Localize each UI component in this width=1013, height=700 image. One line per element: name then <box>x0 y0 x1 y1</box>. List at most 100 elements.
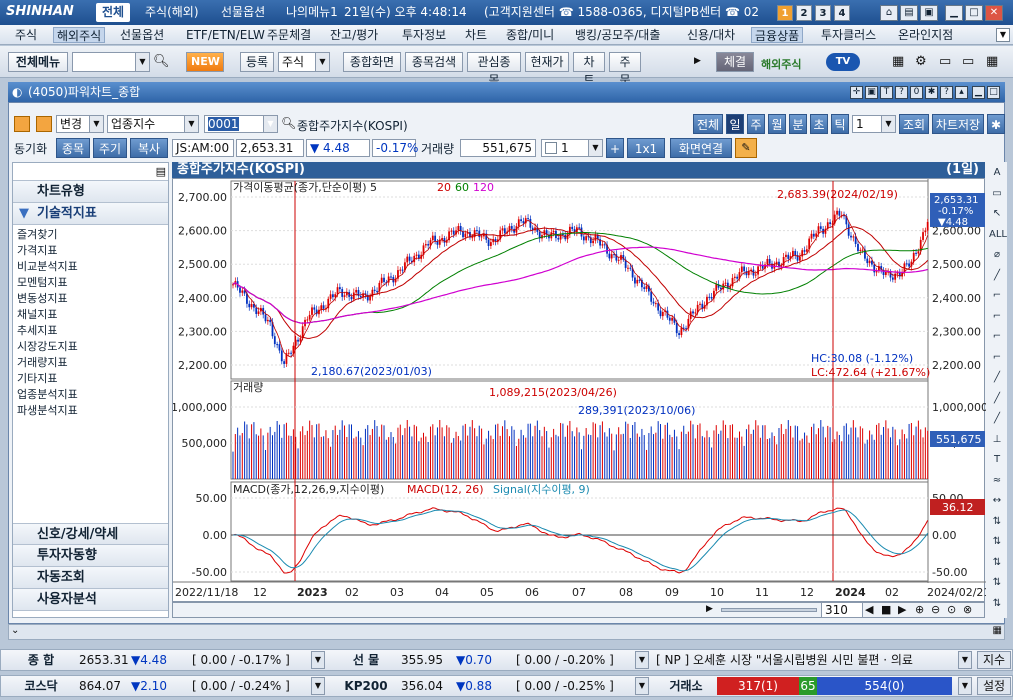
screen-search-input[interactable]: ▼ <box>72 52 150 72</box>
period-day-button[interactable]: 일 <box>726 114 744 134</box>
new-button[interactable]: NEW <box>186 52 224 72</box>
save-chart-button[interactable]: 차트저장 <box>932 114 984 134</box>
exchange-dropdown-icon[interactable]: ▼ <box>958 677 972 695</box>
signal-tab[interactable]: 신호/강세/약세 <box>13 523 168 545</box>
period-minute-button[interactable]: 분 <box>789 114 807 134</box>
list-icon[interactable]: ▤ <box>156 165 166 178</box>
grid-icon[interactable]: ▦ <box>986 54 998 69</box>
prev-icon[interactable]: ◀ <box>865 603 873 616</box>
zoom-slider[interactable] <box>721 608 817 612</box>
news-ticker[interactable]: [ NP ] 오세훈 시장 "서울시립병원 시민 불편 · 의료 <box>656 650 956 670</box>
zoom-reset-icon[interactable]: ⊙ <box>947 603 956 616</box>
tree-item[interactable]: 파생분석지표 <box>17 403 168 419</box>
kospi-dropdown-icon[interactable]: ▼ <box>311 651 325 669</box>
scroll-arrow-icon[interactable]: ▶ <box>694 56 701 66</box>
draw-tool-icon[interactable]: ↔ <box>989 492 1005 510</box>
menu-cluster[interactable]: 투자클러스 <box>818 27 879 43</box>
panel-toggle-icon[interactable] <box>14 116 30 132</box>
draw-tool-icon[interactable]: ╱ <box>989 410 1005 428</box>
kosdaq-dropdown-icon[interactable]: ▼ <box>311 677 325 695</box>
win-max-icon[interactable]: □ <box>987 86 1000 99</box>
chart-button[interactable]: 차트 <box>573 52 605 87</box>
chart-area[interactable]: 2,700.002,700.002,600.002,600.002,500.00… <box>172 178 986 602</box>
menu-products[interactable]: 금융상품 <box>751 27 804 43</box>
tree-item[interactable]: 비교분석지표 <box>17 259 168 275</box>
screen-1-button[interactable]: 1 <box>777 5 793 21</box>
text-icon[interactable]: T <box>880 86 893 99</box>
draw-tool-icon[interactable]: ⌐ <box>989 328 1005 346</box>
home-icon[interactable]: ⌂ <box>880 5 898 21</box>
period-count-select[interactable]: 1 ▼ <box>852 115 896 133</box>
win-min-icon[interactable]: ▁ <box>972 86 985 99</box>
tree-item[interactable]: 변동성지표 <box>17 291 168 307</box>
draw-tool-icon[interactable]: ⇅ <box>989 533 1005 551</box>
investor-tab[interactable]: 투자자동향 <box>13 545 168 567</box>
sync-label[interactable]: 동기화 <box>14 140 47 157</box>
draw-tool-icon[interactable]: ⌐ <box>989 349 1005 367</box>
layout-button[interactable]: 1x1 <box>627 138 665 158</box>
menu-expand-icon[interactable]: ▼ <box>996 28 1010 42</box>
draw-tool-icon[interactable]: ⇅ <box>989 554 1005 572</box>
overview-button[interactable]: 종합화면 <box>343 52 401 72</box>
tab-copy[interactable]: 복사 <box>130 138 168 158</box>
tech-indicator-header[interactable]: ▼ 기술적지표 <box>13 203 168 225</box>
news-dropdown-icon[interactable]: ▼ <box>958 651 972 669</box>
scroll-right-icon[interactable]: ▶ <box>706 604 713 614</box>
draw-tool-icon[interactable]: A <box>989 164 1005 182</box>
tree-item[interactable]: 즐겨찾기 <box>17 227 168 243</box>
search-icon[interactable]: 🔍︎ <box>153 54 170 69</box>
change-select[interactable]: 변경 ▼ <box>56 115 104 133</box>
tree-item[interactable]: 채널지표 <box>17 307 168 323</box>
type-select[interactable]: 주식 ▼ <box>278 52 330 72</box>
zoom-input[interactable]: 310 <box>821 602 863 618</box>
menu-branch[interactable]: 온라인지점 <box>895 27 956 43</box>
period-month-button[interactable]: 월 <box>768 114 786 134</box>
stock-search-button[interactable]: 종목검색 <box>405 52 463 72</box>
print-icon[interactable]: ▤ <box>900 5 918 21</box>
tab-stock[interactable]: 종목 <box>56 138 90 158</box>
draw-tool-icon[interactable]: ▭ <box>989 185 1005 203</box>
link-screen-button[interactable]: 화면연결 <box>670 138 732 158</box>
kp200-dropdown-icon[interactable]: ▼ <box>635 677 649 695</box>
next-icon[interactable]: ▶ <box>898 603 906 616</box>
period-week-button[interactable]: 주 <box>747 114 765 134</box>
draw-tool-icon[interactable]: ╱ <box>989 390 1005 408</box>
tab-period[interactable]: 주기 <box>93 138 127 158</box>
user-analysis-tab[interactable]: 사용자분석 <box>13 589 168 611</box>
menu-futures[interactable]: 선물옵션 <box>117 27 167 43</box>
pin-icon[interactable]: ✛ <box>850 86 863 99</box>
futures-dropdown-icon[interactable]: ▼ <box>635 651 649 669</box>
help2-icon[interactable]: ? <box>940 86 953 99</box>
fill-button[interactable]: 체결 <box>716 52 754 72</box>
tv-button[interactable]: TV <box>826 53 860 71</box>
tree-item[interactable]: 거래량지표 <box>17 355 168 371</box>
draw-tool-icon[interactable]: ↖ <box>989 205 1005 223</box>
tab-overseas-stock[interactable]: 주식(해외) <box>139 3 205 22</box>
settings-button[interactable]: 설정 <box>977 677 1011 695</box>
tree-item[interactable]: 모멘텀지표 <box>17 275 168 291</box>
minimize-icon[interactable]: ▁ <box>945 5 963 21</box>
tree-item[interactable]: 기타지표 <box>17 371 168 387</box>
tab-futures[interactable]: 선물옵션 <box>215 3 271 22</box>
draw-tool-icon[interactable]: ALL <box>989 226 1007 244</box>
draw-tool-icon[interactable]: T <box>989 451 1005 469</box>
pen-icon[interactable]: ✎ <box>735 138 757 158</box>
draw-tool-icon[interactable]: ⊥ <box>989 431 1005 449</box>
period-all-button[interactable]: 전체 <box>693 114 723 134</box>
watchlist-button[interactable]: 관심종목 <box>467 52 521 87</box>
overseas-stock-link[interactable]: 해외주식 <box>761 56 801 72</box>
maximize-icon[interactable]: □ <box>965 5 983 21</box>
draw-tool-icon[interactable]: ╱ <box>989 267 1005 285</box>
tab-my-menu[interactable]: 나의메뉴1 <box>280 3 344 22</box>
zoom-in-icon[interactable]: ⊕ <box>915 603 924 616</box>
period-second-button[interactable]: 초 <box>810 114 828 134</box>
fix-icon[interactable]: ✱ <box>925 86 938 99</box>
query-button[interactable]: 조회 <box>899 114 929 134</box>
menu-banking[interactable]: 뱅킹/공모주/대출 <box>572 27 663 43</box>
stop-icon[interactable]: ■ <box>881 603 891 616</box>
order-button[interactable]: 주문 <box>609 52 641 87</box>
zoom-fit-icon[interactable]: ⊗ <box>963 603 972 616</box>
draw-tool-icon[interactable]: ⌀ <box>989 246 1005 264</box>
all-menu-button[interactable]: 전체메뉴 <box>8 52 68 72</box>
screen-2-button[interactable]: 2 <box>796 5 812 21</box>
